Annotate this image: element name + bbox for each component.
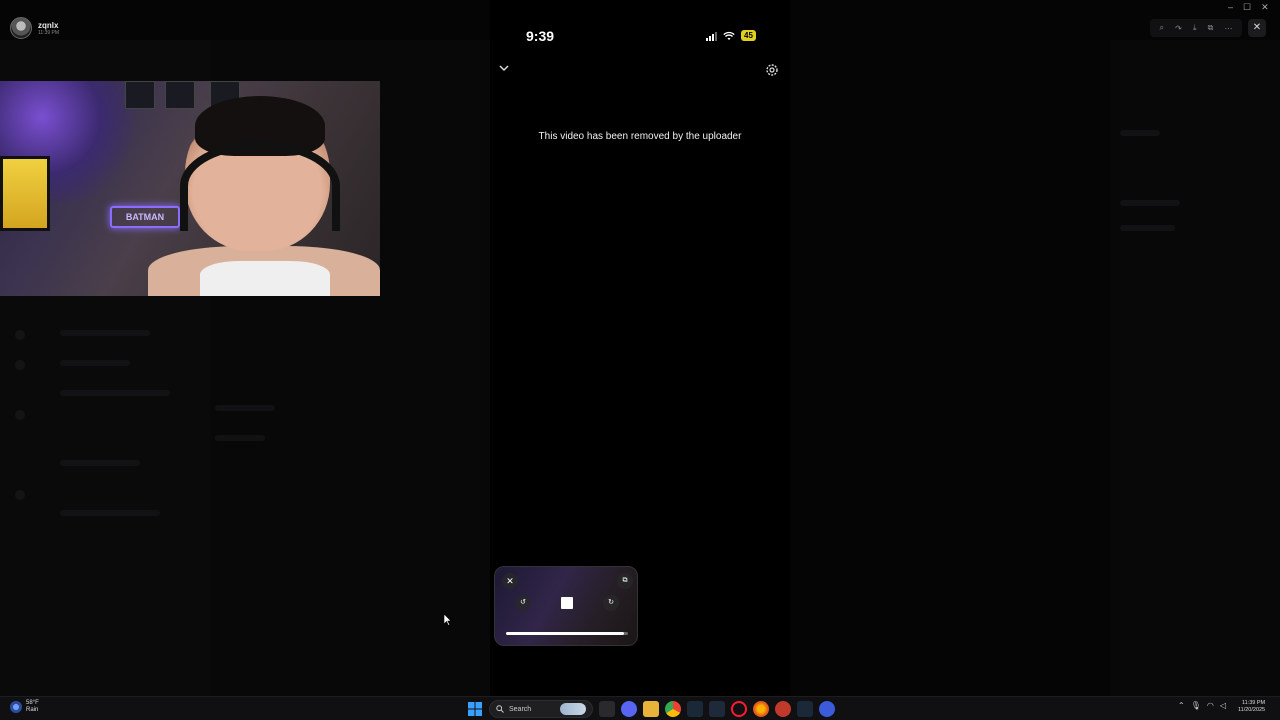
share-icon[interactable]: ↷ xyxy=(1175,24,1182,33)
system-clock[interactable]: 11:39 PM 11/20/2025 xyxy=(1238,700,1265,714)
webcam-feed: BATMAN xyxy=(0,81,380,296)
opera-icon[interactable] xyxy=(731,701,747,717)
video-removed-message: This video has been removed by the uploa… xyxy=(538,131,742,142)
neon-sign: BATMAN xyxy=(110,206,180,228)
capcut-icon[interactable] xyxy=(709,701,725,717)
weather-widget[interactable]: 58°F Rain xyxy=(10,700,39,714)
taskbar-search[interactable]: Search xyxy=(489,700,593,718)
background-server-dot xyxy=(15,360,25,370)
search-icon xyxy=(496,705,504,713)
background-line xyxy=(60,330,150,336)
taskbar: 58°F Rain Search ⌃ 🎙 ◠ ◁ 11:39 PM 11/20/… xyxy=(0,696,1280,720)
person-shirt xyxy=(200,261,330,296)
phone-clock: 9:39 xyxy=(526,28,555,44)
volume-icon[interactable]: ◁ xyxy=(1220,701,1226,710)
poster xyxy=(165,81,195,109)
battery-indicator: 45 xyxy=(741,30,756,41)
download-icon[interactable]: ⤓ xyxy=(1193,23,1197,33)
tv-screen xyxy=(0,156,50,231)
file-explorer-icon[interactable] xyxy=(643,701,659,717)
background-server-dot xyxy=(15,490,25,500)
screen: zqnlx 11:39 PM BATMAN 9:39 45 This video… xyxy=(0,0,1280,720)
wifi-icon xyxy=(723,31,735,40)
background-line xyxy=(1120,200,1180,206)
pip-progress-bar[interactable] xyxy=(506,632,628,635)
start-icon[interactable] xyxy=(467,701,483,717)
background-line xyxy=(1120,225,1175,231)
window-close-button[interactable]: ✕ xyxy=(1261,2,1269,13)
background-line xyxy=(215,405,275,411)
skip-forward-icon[interactable]: ↻ xyxy=(603,595,619,611)
phone-status-bar: 45 xyxy=(706,30,756,41)
app-icon[interactable] xyxy=(819,701,835,717)
media-toolbar: ⌕ ↷ ⤓ ⧉ ⋯ xyxy=(1150,19,1242,37)
background-line xyxy=(1120,130,1160,136)
background-server-dot xyxy=(15,330,25,340)
avatar xyxy=(10,17,32,39)
pip-progress-fill xyxy=(506,632,625,635)
weather-condition: Rain xyxy=(26,707,39,713)
clock-time: 11:39 PM xyxy=(1241,700,1266,706)
pip-player[interactable]: ✕ ⧉ ↺ ↻ xyxy=(494,566,638,646)
window-controls: – ☐ ✕ xyxy=(1228,2,1269,13)
background-line xyxy=(60,510,160,516)
background-line xyxy=(215,435,265,441)
background-line xyxy=(60,390,170,396)
firefox-icon[interactable] xyxy=(753,701,769,717)
viewer-close-button[interactable]: ✕ xyxy=(1248,19,1266,37)
microphone-icon[interactable]: 🎙 xyxy=(1191,701,1201,710)
steam-icon[interactable] xyxy=(797,701,813,717)
task-view-icon[interactable] xyxy=(599,701,615,717)
system-tray: ⌃ 🎙 ◠ ◁ xyxy=(1178,701,1226,710)
background-line xyxy=(60,460,140,466)
discord-icon[interactable] xyxy=(621,701,637,717)
search-label: Search xyxy=(509,705,532,713)
pip-close-button[interactable]: ✕ xyxy=(502,573,518,589)
chevron-down-icon[interactable] xyxy=(498,62,510,74)
mouse-cursor-icon xyxy=(444,614,452,626)
stream-user[interactable]: zqnlx 11:39 PM xyxy=(10,17,59,39)
app-icon[interactable] xyxy=(775,701,791,717)
weather-icon xyxy=(10,701,22,713)
clock-date: 11/20/2025 xyxy=(1238,707,1266,713)
headset xyxy=(180,141,340,231)
maximize-button[interactable]: ☐ xyxy=(1243,2,1251,13)
weather-temp: 58°F xyxy=(26,700,39,706)
more-icon[interactable]: ⋯ xyxy=(1224,24,1232,33)
steam-icon[interactable] xyxy=(687,701,703,717)
chevron-up-icon[interactable]: ⌃ xyxy=(1178,701,1185,710)
background-line xyxy=(60,360,130,366)
background-server-dot xyxy=(15,410,25,420)
skip-back-icon[interactable]: ↺ xyxy=(515,595,531,611)
chrome-icon[interactable] xyxy=(665,701,681,717)
search-highlight-image xyxy=(560,703,586,715)
taskbar-apps: Search xyxy=(467,700,835,718)
wifi-icon[interactable]: ◠ xyxy=(1207,701,1214,710)
minimize-button[interactable]: – xyxy=(1228,2,1233,13)
signal-icon xyxy=(706,31,717,41)
user-timestamp: 11:39 PM xyxy=(38,29,60,36)
stop-button[interactable] xyxy=(561,597,573,609)
pip-expand-icon[interactable]: ⧉ xyxy=(617,573,633,589)
background-member-panel xyxy=(1110,40,1280,696)
poster xyxy=(125,81,155,109)
popout-icon[interactable]: ⧉ xyxy=(1208,23,1214,33)
username: zqnlx xyxy=(38,20,59,30)
zoom-icon[interactable]: ⌕ xyxy=(1160,23,1164,33)
gear-icon[interactable] xyxy=(764,62,780,78)
